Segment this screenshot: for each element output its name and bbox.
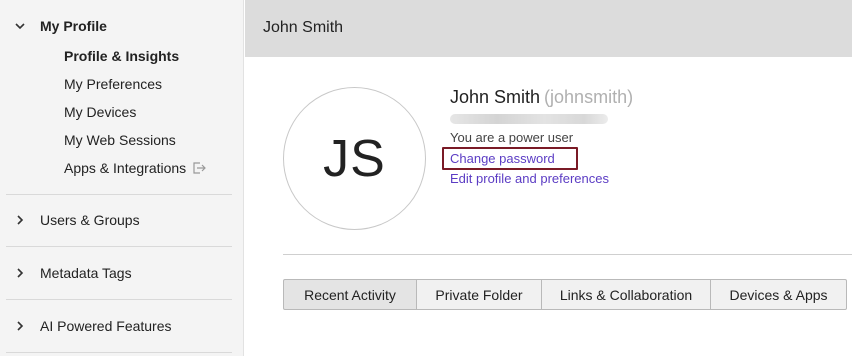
- sidebar-section-metadata-tags[interactable]: Metadata Tags: [0, 261, 244, 285]
- display-name: John Smith: [450, 87, 541, 107]
- sidebar-item-label: Profile & Insights: [64, 48, 180, 64]
- sidebar-item-label: My Preferences: [64, 76, 163, 92]
- external-link-icon: [192, 162, 207, 174]
- sidebar-divider: [6, 352, 232, 353]
- edit-profile-link[interactable]: Edit profile and preferences: [450, 171, 609, 186]
- profile-name: John Smith (johnsmith): [450, 87, 633, 108]
- page-header: John Smith: [245, 0, 852, 57]
- sidebar-item-label: Apps & Integrations: [64, 160, 187, 176]
- tab-private-folder[interactable]: Private Folder: [417, 279, 542, 310]
- sidebar-section-label: Users & Groups: [40, 212, 140, 228]
- tab-label: Private Folder: [435, 286, 523, 303]
- sidebar-item-label: My Web Sessions: [64, 132, 176, 148]
- sidebar: My Profile Profile & Insights My Prefere…: [0, 0, 244, 356]
- sidebar-divider: [6, 194, 232, 195]
- profile-tabs: Recent Activity Private Folder Links & C…: [283, 279, 847, 310]
- chevron-right-icon: [13, 213, 27, 227]
- sidebar-divider: [6, 246, 232, 247]
- sidebar-item-my-web-sessions[interactable]: My Web Sessions: [64, 132, 176, 148]
- tab-recent-activity[interactable]: Recent Activity: [283, 279, 417, 310]
- sidebar-item-label: My Devices: [64, 104, 137, 120]
- page-title: John Smith: [263, 19, 344, 36]
- redacted-email: [450, 114, 608, 124]
- sidebar-item-my-preferences[interactable]: My Preferences: [64, 76, 162, 92]
- chevron-right-icon: [13, 266, 27, 280]
- tab-devices-apps[interactable]: Devices & Apps: [711, 279, 847, 310]
- role-text: You are a power user: [450, 130, 574, 145]
- sidebar-item-profile-insights[interactable]: Profile & Insights: [64, 48, 179, 64]
- sidebar-section-label: My Profile: [40, 18, 107, 34]
- sidebar-section-label: Metadata Tags: [40, 265, 132, 281]
- change-password-link[interactable]: Change password: [450, 151, 555, 166]
- tab-label: Links & Collaboration: [559, 286, 693, 303]
- avatar: JS: [283, 87, 426, 230]
- avatar-initials: JS: [323, 129, 386, 188]
- chevron-down-icon: [13, 19, 27, 33]
- tab-links-collaboration[interactable]: Links & Collaboration: [542, 279, 711, 310]
- sidebar-section-users-groups[interactable]: Users & Groups: [0, 208, 244, 232]
- username: (johnsmith): [544, 87, 634, 107]
- sidebar-section-label: AI Powered Features: [40, 318, 172, 334]
- sidebar-item-apps-integrations[interactable]: Apps & Integrations: [64, 160, 207, 176]
- chevron-right-icon: [13, 319, 27, 333]
- sidebar-item-my-devices[interactable]: My Devices: [64, 104, 136, 120]
- sidebar-divider: [6, 299, 232, 300]
- content-divider: [283, 254, 852, 255]
- sidebar-section-ai-features[interactable]: AI Powered Features: [0, 314, 244, 338]
- tab-label: Recent Activity: [304, 286, 396, 303]
- tab-label: Devices & Apps: [729, 286, 828, 303]
- sidebar-section-my-profile[interactable]: My Profile: [0, 14, 244, 38]
